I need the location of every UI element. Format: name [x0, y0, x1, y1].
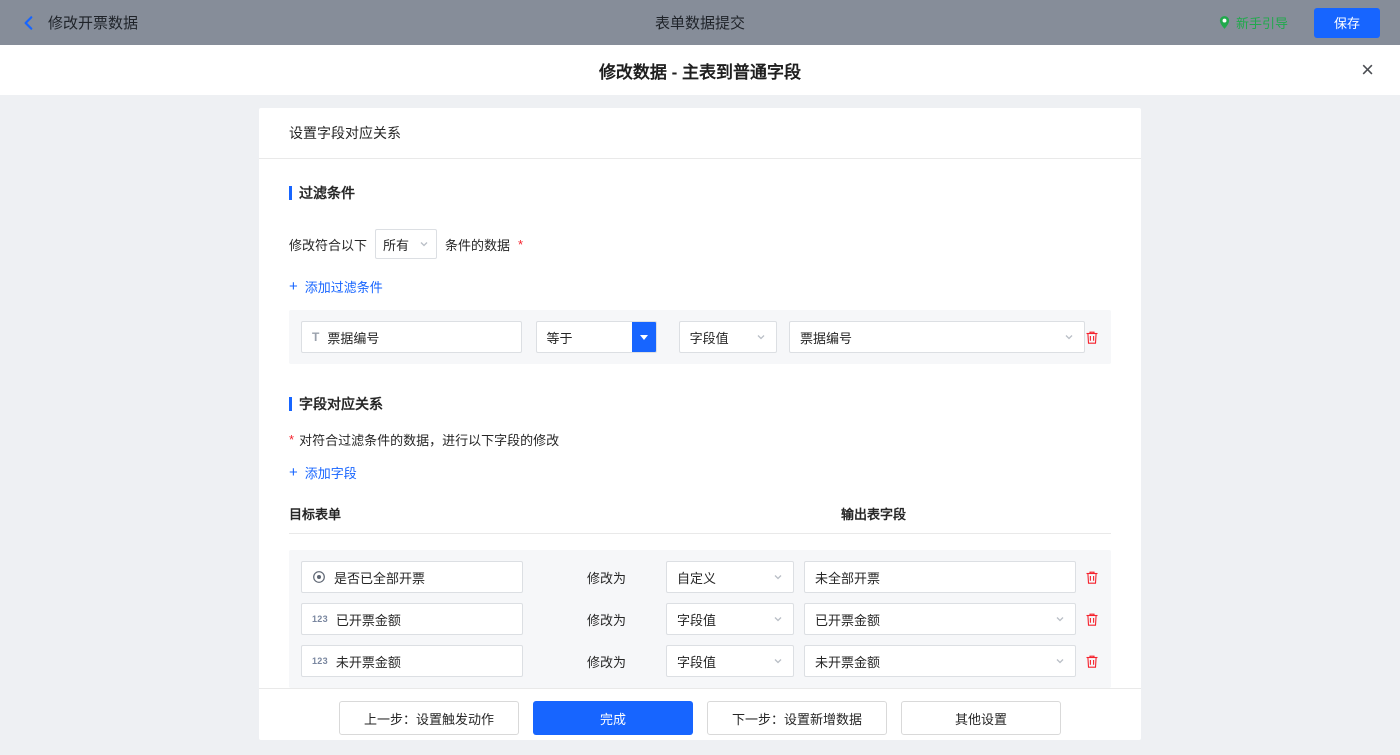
text-field-icon: T: [312, 330, 319, 344]
add-filter-label: 添加过滤条件: [305, 277, 383, 296]
modify-type-value: 自定义: [677, 568, 716, 587]
chevron-down-icon: [773, 656, 783, 666]
target-field-input[interactable]: 123 已开票金额: [301, 603, 523, 635]
filter-section-label: 过滤条件: [299, 183, 355, 203]
value-type-value: 字段值: [690, 328, 729, 347]
add-field-link[interactable]: + 添加字段: [289, 463, 357, 482]
condition-suffix: 条件的数据: [445, 235, 510, 254]
filter-rows-box: T 票据编号 等于 字段值: [289, 310, 1111, 364]
mapping-section-title: 字段对应关系: [289, 394, 1111, 414]
target-field-input[interactable]: 123 未开票金额: [301, 645, 523, 677]
section-marker: [289, 397, 292, 411]
operator-value: 等于: [537, 328, 573, 347]
content-area: 设置字段对应关系 过滤条件 修改符合以下 所有 条件的数据 * +: [0, 95, 1400, 755]
value-type-select[interactable]: 字段值: [679, 321, 777, 353]
modify-type-select[interactable]: 字段值: [666, 603, 794, 635]
plus-icon: +: [289, 465, 298, 480]
mapping-section-label: 字段对应关系: [299, 394, 383, 414]
mapping-row: 是否已全部开票 修改为 自定义 未全部开票: [301, 561, 1099, 593]
column-output-field: 输出表字段: [841, 504, 906, 523]
beginner-guide-link[interactable]: 新手引导: [1218, 13, 1288, 32]
value-field-value: 票据编号: [800, 328, 852, 347]
modify-value-text: 未开票金额: [815, 652, 880, 671]
mapping-description-text: 对符合过滤条件的数据，进行以下字段的修改: [299, 430, 559, 449]
condition-prefix: 修改符合以下: [289, 235, 367, 254]
add-filter-condition-link[interactable]: + 添加过滤条件: [289, 277, 383, 296]
delete-filter-row-icon[interactable]: [1085, 330, 1099, 345]
radio-field-icon: [312, 570, 326, 584]
modify-value-text: 未全部开票: [815, 568, 880, 587]
next-step-button[interactable]: 下一步：设置新增数据: [707, 701, 887, 735]
modify-value-text: 已开票金额: [815, 610, 880, 629]
target-field-value: 未开票金额: [336, 652, 401, 671]
target-field-input[interactable]: 是否已全部开票: [301, 561, 523, 593]
modify-value-select[interactable]: 已开票金额: [804, 603, 1076, 635]
modify-type-value: 字段值: [677, 652, 716, 671]
modify-type-value: 字段值: [677, 610, 716, 629]
modal-header: 修改数据 - 主表到普通字段 ×: [0, 45, 1400, 95]
modify-to-label: 修改为: [587, 610, 626, 629]
chevron-down-icon: [756, 332, 766, 342]
chevron-down-icon: [773, 572, 783, 582]
modify-type-select[interactable]: 自定义: [666, 561, 794, 593]
modify-to-label: 修改为: [587, 652, 626, 671]
delete-mapping-row-icon[interactable]: [1085, 612, 1099, 627]
modify-value-input[interactable]: 未全部开票: [804, 561, 1076, 593]
guide-label: 新手引导: [1236, 13, 1288, 32]
required-mark: *: [518, 237, 523, 252]
modify-to-label: 修改为: [587, 568, 626, 587]
chevron-down-icon: [1064, 332, 1074, 342]
delete-mapping-row-icon[interactable]: [1085, 654, 1099, 669]
match-type-select[interactable]: 所有: [375, 229, 437, 259]
topbar-center-title: 表单数据提交: [655, 12, 745, 33]
back-button[interactable]: [20, 14, 38, 32]
number-field-icon: 123: [312, 614, 328, 624]
modify-type-select[interactable]: 字段值: [666, 645, 794, 677]
settings-card: 设置字段对应关系 过滤条件 修改符合以下 所有 条件的数据 * +: [259, 108, 1141, 740]
modal-title: 修改数据 - 主表到普通字段: [599, 58, 801, 83]
close-icon[interactable]: ×: [1361, 59, 1374, 81]
filter-field-value: 票据编号: [327, 328, 379, 347]
chevron-down-icon: [1055, 656, 1065, 666]
filter-row: T 票据编号 等于 字段值: [301, 321, 1099, 353]
chevron-left-icon: [20, 14, 38, 32]
filter-field-input[interactable]: T 票据编号: [301, 321, 522, 353]
target-field-value: 已开票金额: [336, 610, 401, 629]
filter-section-title: 过滤条件: [289, 183, 1111, 203]
top-bar: 修改开票数据 表单数据提交 新手引导 保存: [0, 0, 1400, 45]
save-button[interactable]: 保存: [1314, 8, 1380, 38]
modify-value-select[interactable]: 未开票金额: [804, 645, 1076, 677]
column-target-form: 目标表单: [289, 504, 841, 523]
mapping-column-headers: 目标表单 输出表字段: [289, 504, 1111, 534]
chevron-down-icon: [1055, 614, 1065, 624]
operator-select[interactable]: 等于: [536, 321, 657, 353]
match-type-value: 所有: [383, 235, 409, 254]
card-title: 设置字段对应关系: [259, 108, 1141, 159]
value-field-select[interactable]: 票据编号: [789, 321, 1085, 353]
card-footer: 上一步：设置触发动作 完成 下一步：设置新增数据 其他设置: [259, 688, 1141, 747]
page-title: 修改开票数据: [48, 12, 138, 33]
done-button[interactable]: 完成: [533, 701, 693, 735]
mapping-rows-box: 是否已全部开票 修改为 自定义 未全部开票: [289, 550, 1111, 688]
add-field-label: 添加字段: [305, 463, 357, 482]
chevron-down-icon: [419, 239, 429, 249]
delete-mapping-row-icon[interactable]: [1085, 570, 1099, 585]
required-mark: *: [289, 432, 294, 447]
section-marker: [289, 186, 292, 200]
chevron-down-icon: [773, 614, 783, 624]
mapping-row: 123 已开票金额 修改为 字段值 已开票金额: [301, 603, 1099, 635]
number-field-icon: 123: [312, 656, 328, 666]
target-field-value: 是否已全部开票: [334, 568, 425, 587]
condition-line: 修改符合以下 所有 条件的数据 *: [289, 229, 1111, 259]
other-settings-button[interactable]: 其他设置: [901, 701, 1061, 735]
caret-down-icon: [640, 335, 648, 340]
location-pin-icon: [1218, 15, 1231, 30]
mapping-description: * 对符合过滤条件的数据，进行以下字段的修改: [289, 430, 1111, 449]
plus-icon: +: [289, 279, 298, 294]
mapping-row: 123 未开票金额 修改为 字段值 未开票金额: [301, 645, 1099, 677]
operator-dropdown-button[interactable]: [632, 322, 656, 352]
prev-step-button[interactable]: 上一步：设置触发动作: [339, 701, 519, 735]
